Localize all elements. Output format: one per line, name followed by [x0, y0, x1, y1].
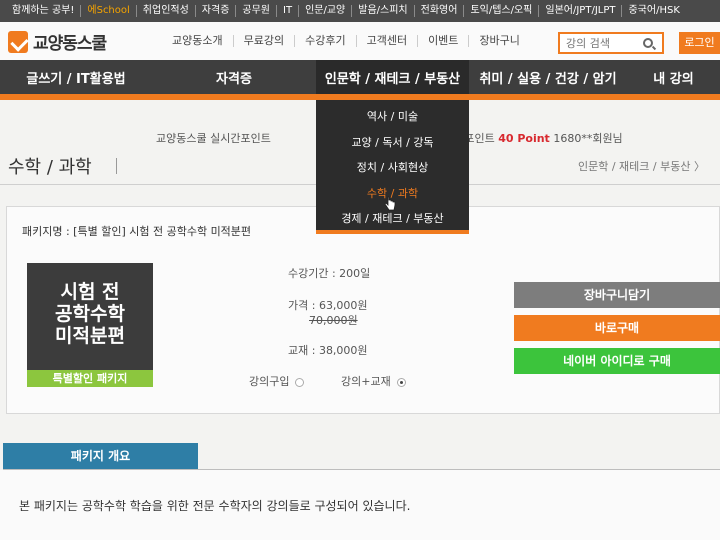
option-lecture-textbook-label: 강의+교재 — [341, 375, 391, 388]
logo-icon — [8, 30, 28, 53]
top-strip-item[interactable]: 인문/교양 — [299, 5, 353, 17]
top-strip-item[interactable]: 중국어/HSK — [622, 5, 685, 17]
logo-text: 교양동스쿨 — [33, 34, 107, 54]
tab-package-overview[interactable]: 패키지 개요 — [3, 443, 198, 469]
breadcrumb[interactable]: 인문학 / 재테크 / 부동산 〉 — [578, 158, 705, 174]
option-lecture-only-radio[interactable] — [295, 377, 305, 387]
search-icon[interactable] — [643, 38, 653, 48]
overview-text: 본 패키지는 공학수학 학습을 위한 전문 수학자의 강의들로 구성되어 있습니… — [19, 499, 411, 513]
top-strip-item[interactable]: 취업인적성 — [137, 5, 196, 17]
gnb-certificate[interactable]: 자격증 — [152, 60, 316, 94]
buy-now-button[interactable]: 바로구매 — [514, 315, 720, 341]
dropdown-item-politics-society[interactable]: 정치 / 사회현상 — [316, 155, 469, 181]
header-nav: 교양동소개 무료강의 수강후기 고객센터 이벤트 장바구니 — [162, 35, 530, 47]
search-input[interactable] — [560, 36, 640, 50]
textbook-price: 교재 : 38,000원 — [288, 344, 368, 357]
thumb-badge: 특별할인 패키지 — [27, 370, 153, 387]
gnb-my-lectures[interactable]: 내 강의 — [627, 60, 720, 94]
banner-label: 교양동스쿨 실시간포인트 — [156, 132, 271, 145]
header-nav-about[interactable]: 교양동소개 — [162, 35, 234, 47]
dropdown-item-history-art[interactable]: 역사 / 미술 — [316, 104, 469, 130]
header-nav-event[interactable]: 이벤트 — [418, 35, 470, 47]
hand-cursor-icon — [384, 196, 396, 211]
humanities-dropdown-menu: 역사 / 미술 교양 / 독서 / 강독 정치 / 사회현상 수학 / 과학 경… — [316, 100, 469, 234]
banner-points: 40 Point — [498, 132, 550, 145]
thumb-line: 공학수학 — [55, 303, 125, 325]
header-nav-cart[interactable]: 장바구니 — [469, 35, 529, 47]
option-lecture-textbook-radio[interactable] — [396, 377, 406, 387]
top-strip-item[interactable]: 공무원 — [236, 5, 278, 17]
top-strip-item[interactable]: 토익/텝스/오픽 — [464, 5, 540, 17]
price: 가격 : 63,000원 — [288, 299, 368, 312]
top-strip: 함께하는 공부! 에School 취업인적성 자격증 공무원 IT 인문/교양 … — [0, 0, 720, 22]
gnb-writing-it[interactable]: 글쓰기 / IT활용법 — [0, 60, 152, 94]
search-box — [558, 32, 664, 54]
top-strip-item[interactable]: 전화영어 — [415, 5, 465, 17]
header-nav-support[interactable]: 고객센터 — [357, 35, 419, 47]
thumb-line: 미적분편 — [55, 325, 125, 347]
top-strip-item: 함께하는 공부! — [6, 5, 82, 17]
header-nav-free-lecture[interactable]: 무료강의 — [234, 35, 296, 47]
top-strip-item[interactable]: IT — [277, 5, 300, 17]
main-category-nav: 글쓰기 / IT활용법 자격증 인문학 / 재테크 / 부동산 취미 / 실용 … — [0, 60, 720, 100]
top-strip-item[interactable]: 발음/스피치 — [352, 5, 415, 17]
study-period: 수강기간 : 200일 — [288, 267, 371, 280]
naver-pay-button[interactable]: 네이버 아이디로 구매 — [514, 348, 720, 374]
add-to-cart-button[interactable]: 장바구니담기 — [514, 282, 720, 308]
title-divider — [116, 158, 117, 174]
login-button[interactable]: 로그인 — [679, 32, 720, 54]
dropdown-item-liberal-arts[interactable]: 교양 / 독서 / 강독 — [316, 130, 469, 156]
option-lecture-only-label: 강의구입 — [249, 375, 290, 388]
top-strip-item[interactable]: 자격증 — [196, 5, 237, 17]
gnb-hobby[interactable]: 취미 / 실용 / 건강 / 암기 — [469, 60, 627, 94]
header: 교양동스쿨 교양동소개 무료강의 수강후기 고객센터 이벤트 장바구니 로그인 — [0, 22, 720, 60]
original-price: 70,000원 — [309, 314, 358, 327]
gnb-humanities[interactable]: 인문학 / 재테크 / 부동산 — [316, 60, 469, 94]
site-logo[interactable]: 교양동스쿨 — [8, 29, 107, 54]
page-title: 수학 / 과학 — [8, 157, 92, 178]
option-lecture-only[interactable]: 강의구입 — [249, 373, 305, 389]
package-name: 패키지명 : [특별 할인] 시험 전 공학수학 미적분편 — [22, 225, 252, 238]
thumb-line: 시험 전 — [60, 281, 120, 303]
top-strip-item[interactable]: 일본어/JPT/JLPT — [539, 5, 623, 17]
option-lecture-textbook[interactable]: 강의+교재 — [341, 373, 406, 389]
banner-member: 1680**회원님 — [553, 132, 623, 145]
top-strip-brand[interactable]: 에School — [81, 5, 137, 17]
package-thumbnail: 시험 전 공학수학 미적분편 특별할인 패키지 — [27, 263, 153, 387]
header-nav-reviews[interactable]: 수강후기 — [295, 35, 357, 47]
